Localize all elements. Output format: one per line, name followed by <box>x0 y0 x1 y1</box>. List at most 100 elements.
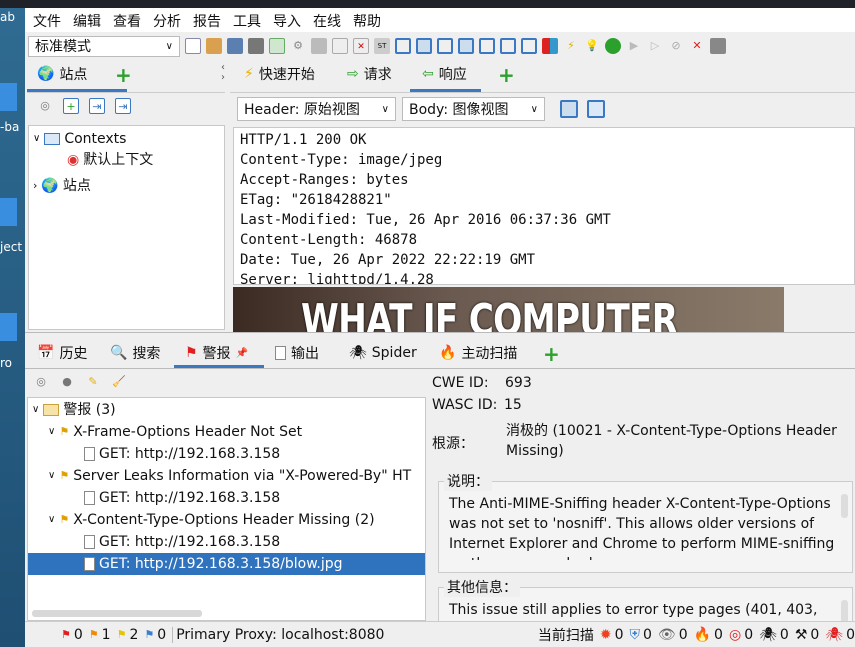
import-export-icon[interactable] <box>311 38 327 54</box>
tree-node-contexts[interactable]: ∨ Contexts <box>33 128 126 150</box>
clear-break-icon[interactable]: ✕ <box>353 38 369 54</box>
target-icon[interactable]: ◎ <box>33 374 49 390</box>
bulb-icon[interactable]: 💡 <box>584 38 600 54</box>
addons-icon[interactable] <box>542 38 558 54</box>
refresh-icon[interactable]: ⚡ <box>563 38 579 54</box>
add-tab-icon[interactable]: + <box>498 63 515 87</box>
tree-node-default-context[interactable]: ◉ 默认上下文 <box>67 149 153 171</box>
tabs-4-icon[interactable] <box>521 38 537 54</box>
pin-icon[interactable]: 📌 <box>236 348 248 359</box>
menu-edit[interactable]: 编辑 <box>73 8 109 32</box>
pencil-icon[interactable]: ✎ <box>85 374 101 390</box>
remove-x-icon[interactable]: ✕ <box>689 38 705 54</box>
layout-2-icon[interactable] <box>416 38 432 54</box>
desktop-icon[interactable] <box>0 83 17 111</box>
tree-node-sites[interactable]: › 🌍 站点 <box>33 175 91 197</box>
tab-history[interactable]: 📅 历史 <box>37 340 87 366</box>
status-bar: ⚑ 0 ⚑ 1 ⚑ 2 ⚑ 0 Primary Proxy: localhost:808… <box>25 621 855 647</box>
new-session-icon[interactable] <box>185 38 201 54</box>
header-view-select[interactable]: Header: 原始视图 ∨ <box>237 97 396 121</box>
globe-filter-icon[interactable]: ● <box>59 374 75 390</box>
tabs-3-icon[interactable] <box>500 38 516 54</box>
step-icon[interactable]: ▶ <box>626 38 642 54</box>
tab-sites[interactable]: 🌍 站点 <box>37 61 87 87</box>
continue-icon[interactable]: ▷ <box>647 38 663 54</box>
desktop-icon[interactable] <box>0 198 17 226</box>
tab-spider[interactable]: 🕷 Spider <box>349 340 417 366</box>
add-tab-icon[interactable]: + <box>543 342 560 366</box>
desktop-icon[interactable] <box>0 313 17 341</box>
count: 0 <box>642 626 652 643</box>
start-icon[interactable] <box>605 38 621 54</box>
tabs-2-icon[interactable] <box>479 38 495 54</box>
save-session-icon[interactable] <box>227 38 243 54</box>
tab-history-label: 历史 <box>59 346 88 362</box>
alert-detail: CWE ID: 693 WASC ID: 15 根源： 消极的 (10021 -… <box>430 369 855 621</box>
session-properties-icon[interactable] <box>269 38 285 54</box>
alert-instance[interactable]: GET: http://192.168.3.158 <box>84 531 280 553</box>
menu-file[interactable]: 文件 <box>33 8 69 32</box>
response-header-text[interactable]: HTTP/1.1 200 OK Content-Type: image/jpeg A… <box>233 127 855 285</box>
panel-collapse-icon[interactable]: ‹ › <box>221 63 225 83</box>
desktop-side: ab -ba ject ro <box>0 8 25 647</box>
tab-search[interactable]: 🔍 搜索 <box>110 340 160 366</box>
new-context-icon[interactable]: + <box>63 98 79 114</box>
body-view-value: Body: 图像视图 <box>409 102 509 118</box>
alert-item[interactable]: ∨ ⚑ Server Leaks Information via "X-Powere… <box>48 465 411 487</box>
layout-1-icon[interactable] <box>395 38 411 54</box>
tab-active-scan[interactable]: 🔥 主动扫描 <box>439 340 517 366</box>
stop-icon[interactable]: ⊘ <box>668 38 684 54</box>
target-icon[interactable]: ◎ <box>37 98 53 114</box>
more-icon[interactable] <box>710 38 726 54</box>
menu-view[interactable]: 查看 <box>113 8 149 32</box>
tab-response[interactable]: ⇦ 响应 <box>422 61 467 87</box>
menu-import[interactable]: 导入 <box>273 8 309 32</box>
shield-icon: ⛨ <box>629 626 640 643</box>
tabs-1-icon[interactable] <box>458 38 474 54</box>
tab-output[interactable]: 输出 <box>275 340 319 366</box>
chevron-down-icon: ∨ <box>381 103 389 115</box>
description-box[interactable]: The Anti-MIME-Sniffing header X-Content-… <box>438 481 853 573</box>
broom-icon[interactable]: 🧹 <box>111 374 127 390</box>
alert-instance-selected[interactable]: GET: http://192.168.3.158/blow.jpg <box>28 553 425 575</box>
menu-analyse[interactable]: 分析 <box>153 8 189 32</box>
open-session-icon[interactable] <box>206 38 222 54</box>
import-context-icon[interactable]: ⇥ <box>89 98 105 114</box>
horizontal-scrollbar[interactable] <box>32 610 202 617</box>
vertical-scrollbar[interactable] <box>841 600 848 621</box>
menu-report[interactable]: 报告 <box>193 8 229 32</box>
split-horizontal-icon[interactable] <box>560 100 578 118</box>
alert-item[interactable]: ∨ ⚑ X-Frame-Options Header Not Set <box>48 421 302 443</box>
menu-tools[interactable]: 工具 <box>233 8 269 32</box>
add-tab-icon[interactable]: + <box>115 63 132 87</box>
divider <box>27 92 225 93</box>
menu-online[interactable]: 在线 <box>313 8 349 32</box>
menu-help[interactable]: 帮助 <box>353 8 389 32</box>
tree-node-alerts-root[interactable]: ∨ 警报 (3) <box>32 399 116 421</box>
split-vertical-icon[interactable] <box>587 100 605 118</box>
tab-request[interactable]: ⇨ 请求 <box>347 61 392 87</box>
mode-select[interactable]: 标准模式 ∨ <box>28 35 180 57</box>
alert-item[interactable]: ∨ ⚑ X-Content-Type-Options Header Missing … <box>48 509 375 531</box>
chevron-down-icon: ∨ <box>32 404 40 415</box>
desktop-label: ab <box>0 10 15 24</box>
gear-icon[interactable]: ⚙ <box>290 38 306 54</box>
alert-instance[interactable]: GET: http://192.168.3.158 <box>84 487 280 509</box>
zap-window: 文件 编辑 查看 分析 报告 工具 导入 在线 帮助 标准模式 ∨ ⚙ ✕ ST … <box>25 8 855 647</box>
http-sessions-icon[interactable]: ST <box>374 38 390 54</box>
layout-3-icon[interactable] <box>437 38 453 54</box>
snapshot-icon[interactable] <box>248 38 264 54</box>
alert-label: X-Content-Type-Options Header Missing (2… <box>73 512 375 528</box>
tab-alerts[interactable]: ⚑ 警报 📌 <box>185 340 248 366</box>
flame-icon: 🔥 <box>439 345 457 361</box>
alert-instance[interactable]: GET: http://192.168.3.158 <box>84 443 280 465</box>
flag-icon: ⚑ <box>185 345 198 361</box>
tab-request-label: 请求 <box>363 67 392 83</box>
export-context-icon[interactable]: ⇥ <box>115 98 131 114</box>
tab-quick-start[interactable]: ⚡ 快速开始 <box>244 61 315 87</box>
cwe-label: CWE ID: <box>432 375 489 391</box>
body-view-select[interactable]: Body: 图像视图 ∨ <box>402 97 545 121</box>
break-icon[interactable] <box>332 38 348 54</box>
vertical-scrollbar[interactable] <box>841 494 848 518</box>
wasc-label: WASC ID: <box>432 397 498 413</box>
